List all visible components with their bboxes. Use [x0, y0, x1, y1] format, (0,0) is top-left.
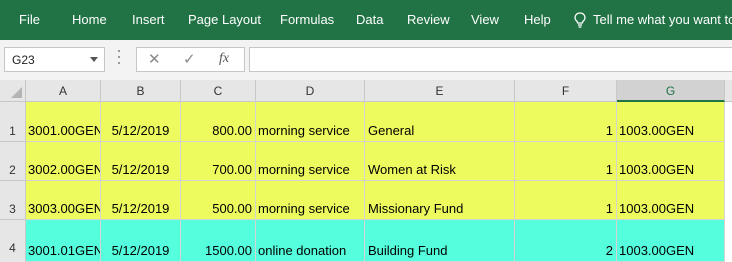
cell-f4[interactable]: 2 [515, 220, 617, 262]
tab-file[interactable]: File [19, 12, 40, 28]
column-header-b[interactable]: B [101, 80, 181, 102]
formula-bar: G23 ✕ ✓ fx [0, 40, 732, 80]
cell-e1[interactable]: General [365, 102, 515, 142]
spreadsheet-grid: A B C D E F G 1 2 3 4 3001.00GEN 5/12/20… [0, 80, 732, 262]
cell-f1[interactable]: 1 [515, 102, 617, 142]
cell-e2[interactable]: Women at Risk [365, 142, 515, 181]
row-header-2[interactable]: 2 [0, 142, 26, 181]
table-row: 3001.01GEN 5/12/2019 1500.00 online dona… [26, 220, 725, 262]
table-row: 3001.00GEN 5/12/2019 800.00 morning serv… [26, 102, 725, 142]
tab-data[interactable]: Data [356, 12, 383, 28]
cell-e3[interactable]: Missionary Fund [365, 181, 515, 220]
formula-input[interactable] [249, 47, 732, 72]
cell-c1[interactable]: 800.00 [181, 102, 256, 142]
cell-a2[interactable]: 3002.00GEN [26, 142, 101, 181]
cell-c2[interactable]: 700.00 [181, 142, 256, 181]
table-row: 3003.00GEN 5/12/2019 500.00 morning serv… [26, 181, 725, 220]
cell-f2[interactable]: 1 [515, 142, 617, 181]
column-header-c[interactable]: C [181, 80, 256, 102]
ribbon: File Home Insert Page Layout Formulas Da… [0, 0, 732, 40]
drag-handle-icon[interactable] [118, 50, 121, 68]
cell-a1[interactable]: 3001.00GEN [26, 102, 101, 142]
tab-view[interactable]: View [471, 12, 499, 28]
cell-a3[interactable]: 3003.00GEN [26, 181, 101, 220]
row-header-1[interactable]: 1 [0, 102, 26, 142]
lightbulb-icon [574, 12, 586, 28]
check-icon[interactable]: ✓ [183, 51, 196, 68]
select-all-button[interactable] [0, 80, 26, 102]
tab-insert[interactable]: Insert [132, 12, 165, 28]
cell-d4[interactable]: online donation [256, 220, 365, 262]
formula-buttons: ✕ ✓ fx [136, 47, 245, 72]
cell-d3[interactable]: morning service [256, 181, 365, 220]
cell-d1[interactable]: morning service [256, 102, 365, 142]
tell-me-text: Tell me what you want to do [593, 12, 732, 27]
cell-b4[interactable]: 5/12/2019 [101, 220, 181, 262]
cell-e4[interactable]: Building Fund [365, 220, 515, 262]
tab-review[interactable]: Review [407, 12, 450, 28]
tell-me-search[interactable]: Tell me what you want to do [573, 12, 732, 28]
cell-d2[interactable]: morning service [256, 142, 365, 181]
chevron-down-icon[interactable] [90, 57, 98, 62]
name-box[interactable]: G23 [4, 47, 105, 72]
column-header-overflow [725, 80, 732, 102]
cancel-icon[interactable]: ✕ [148, 51, 161, 68]
table-row: 3002.00GEN 5/12/2019 700.00 morning serv… [26, 142, 725, 181]
cell-c3[interactable]: 500.00 [181, 181, 256, 220]
cell-g1[interactable]: 1003.00GEN [617, 102, 725, 142]
column-header-f[interactable]: F [515, 80, 617, 102]
cell-b3[interactable]: 5/12/2019 [101, 181, 181, 220]
tab-formulas[interactable]: Formulas [280, 12, 334, 28]
column-header-g[interactable]: G [617, 80, 725, 102]
column-header-e[interactable]: E [365, 80, 515, 102]
cell-b1[interactable]: 5/12/2019 [101, 102, 181, 142]
sheet-edge [725, 102, 732, 262]
name-box-value: G23 [12, 53, 35, 67]
column-header-a[interactable]: A [26, 80, 101, 102]
cell-g3[interactable]: 1003.00GEN [617, 181, 725, 220]
cell-c4[interactable]: 1500.00 [181, 220, 256, 262]
column-header-d[interactable]: D [256, 80, 365, 102]
cell-a4[interactable]: 3001.01GEN [26, 220, 101, 262]
row-header-3[interactable]: 3 [0, 181, 26, 220]
cell-f3[interactable]: 1 [515, 181, 617, 220]
cell-g4[interactable]: 1003.00GEN [617, 220, 725, 262]
tab-home[interactable]: Home [72, 12, 107, 28]
tab-help[interactable]: Help [524, 12, 551, 28]
cell-g2[interactable]: 1003.00GEN [617, 142, 725, 181]
tab-page-layout[interactable]: Page Layout [188, 12, 261, 28]
insert-function-icon[interactable]: fx [219, 51, 229, 67]
cell-b2[interactable]: 5/12/2019 [101, 142, 181, 181]
row-header-4[interactable]: 4 [0, 220, 26, 262]
